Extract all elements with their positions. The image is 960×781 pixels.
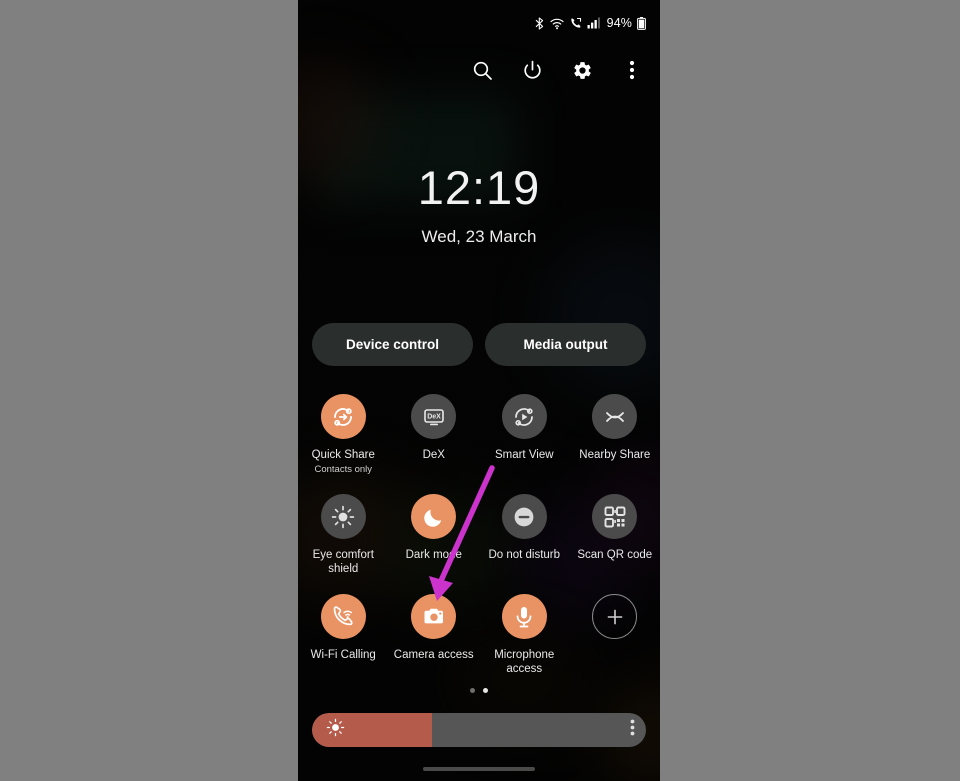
toggle-label: Wi-Fi Calling (310, 649, 376, 661)
wifi-calling-icon (320, 594, 366, 639)
plus-icon (592, 594, 638, 639)
dex-toggle[interactable]: DeX DeX (389, 388, 480, 488)
signal-icon (587, 17, 600, 29)
scan-qr-code-toggle[interactable]: Scan QR code (570, 488, 661, 588)
quick-settings-header (298, 54, 660, 86)
add-toggle-button[interactable] (570, 588, 661, 684)
wifi-calling-toggle[interactable]: Wi-Fi Calling (298, 588, 389, 684)
nearby-share-icon (592, 394, 638, 439)
media-output-button[interactable]: Media output (485, 323, 646, 366)
gear-icon[interactable] (570, 58, 594, 82)
phone-screen: 94% 12:19 Wed, 23 March Device control M… (298, 0, 660, 781)
screenshot-canvas: 94% 12:19 Wed, 23 March Device control M… (0, 0, 960, 781)
page-dot[interactable] (470, 688, 475, 693)
toggle-row-1: Quick Share Contacts only DeX DeX Smart … (298, 388, 660, 488)
brightness-sun-icon (320, 494, 366, 539)
brightness-sun-icon (326, 718, 345, 742)
camera-icon (411, 594, 457, 639)
home-gesture-bar[interactable] (423, 767, 535, 771)
toggle-sublabel: Contacts only (314, 464, 373, 475)
toggle-label: DeX (422, 449, 445, 461)
status-bar: 94% (298, 0, 660, 46)
microphone-icon (501, 594, 547, 639)
do-not-disturb-toggle[interactable]: Do not disturb (479, 488, 570, 588)
more-vertical-icon[interactable] (630, 719, 635, 741)
brightness-track[interactable] (312, 713, 646, 747)
bluetooth-icon (534, 16, 545, 30)
quick-access-pills: Device control Media output (312, 323, 646, 366)
toggle-label: Quick Share (311, 449, 375, 461)
smart-view-icon (501, 394, 547, 439)
dex-icon: DeX (411, 394, 457, 439)
microphone-access-toggle[interactable]: Microphone access (479, 588, 570, 684)
nearby-share-toggle[interactable]: Nearby Share (570, 388, 661, 488)
toggle-label: Smart View (494, 449, 554, 461)
toggle-label: Camera access (393, 649, 474, 661)
page-dot-active[interactable] (483, 688, 488, 693)
device-control-button[interactable]: Device control (312, 323, 473, 366)
minus-circle-icon (501, 494, 547, 539)
qr-code-icon (592, 494, 638, 539)
svg-text:DeX: DeX (427, 413, 441, 420)
toggle-row-3: Wi-Fi Calling Camera access Microphone a… (298, 588, 660, 684)
clock-time: 12:19 (417, 161, 541, 214)
toggle-row-2: Eye comfort shield Dark mode Do not dist… (298, 488, 660, 588)
toggle-label: Do not disturb (488, 549, 561, 561)
clock-date: Wed, 23 March (421, 227, 537, 246)
toggle-label: Nearby Share (579, 449, 651, 461)
power-icon[interactable] (520, 58, 544, 82)
smart-view-toggle[interactable]: Smart View (479, 388, 570, 488)
moon-icon (411, 494, 457, 539)
toggle-label: Eye comfort shield (312, 549, 374, 575)
camera-access-toggle[interactable]: Camera access (389, 588, 480, 684)
call-vpn-icon (569, 17, 582, 30)
toggle-label: Microphone access (494, 649, 555, 675)
battery-percent-label: 94% (606, 16, 632, 30)
quick-share-icon (320, 394, 366, 439)
page-indicator (298, 688, 660, 693)
brightness-slider[interactable] (312, 713, 646, 747)
quick-settings-grid: Quick Share Contacts only DeX DeX Smart … (298, 388, 660, 684)
toggle-label: Dark mode (405, 549, 462, 561)
battery-icon (637, 16, 646, 30)
dark-mode-toggle[interactable]: Dark mode (389, 488, 480, 588)
lock-clock: 12:19 Wed, 23 March (298, 164, 660, 247)
more-vertical-icon[interactable] (620, 58, 644, 82)
eye-comfort-shield-toggle[interactable]: Eye comfort shield (298, 488, 389, 588)
quick-share-toggle[interactable]: Quick Share Contacts only (298, 388, 389, 488)
search-icon[interactable] (470, 58, 494, 82)
toggle-label: Scan QR code (577, 549, 653, 561)
wifi-icon (550, 17, 564, 30)
